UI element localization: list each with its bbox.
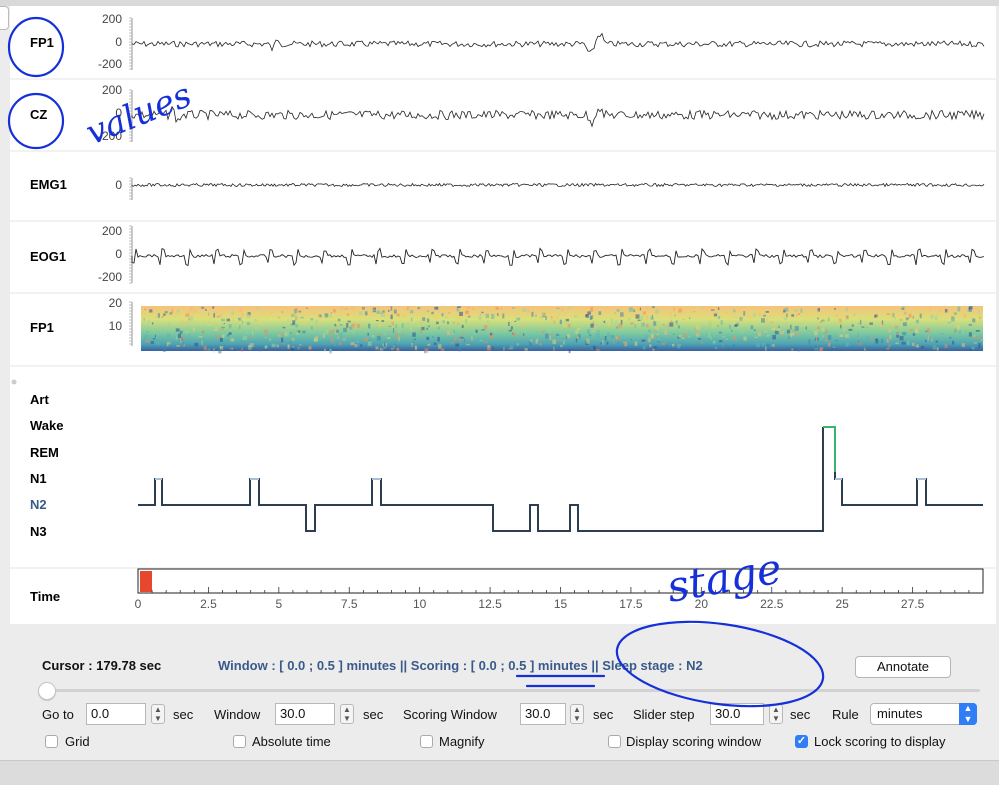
absolute-time-checkbox[interactable] xyxy=(233,735,246,748)
rule-select[interactable]: minutes ▲ ▼ xyxy=(870,703,977,725)
scoring-window-label: Scoring Window xyxy=(403,707,497,722)
goto-sec-label: sec xyxy=(173,707,194,722)
emg1-tick-zero: 0 xyxy=(115,178,122,192)
scoring-window-input[interactable]: 30.0 xyxy=(520,703,566,725)
time-tick-label: 15 xyxy=(554,597,568,611)
slider-step-label: Slider step xyxy=(633,707,695,722)
stage-label-art: Art xyxy=(30,392,49,407)
slider-handle[interactable] xyxy=(38,682,56,700)
control-panel: Cursor : 179.78 sec Window : [ 0.0 ; 0.5… xyxy=(33,640,983,758)
eog1-tick-zero: 0 xyxy=(115,247,122,261)
channel-label-fp1: FP1 xyxy=(30,35,54,50)
resize-handle-dot[interactable] xyxy=(11,379,17,385)
rule-label: Rule xyxy=(832,707,859,722)
hypnogram-line xyxy=(138,427,983,532)
time-tick-label: 7.5 xyxy=(341,597,358,611)
rule-select-value: minutes xyxy=(877,706,923,721)
eog1-trace xyxy=(131,247,985,267)
spectrogram-image xyxy=(141,306,983,351)
time-cursor[interactable] xyxy=(140,571,152,592)
cz-trace xyxy=(131,105,985,128)
time-tick-label: 25 xyxy=(835,597,849,611)
lock-scoring-checkbox[interactable]: ✓ xyxy=(795,735,808,748)
stage-label-wake: Wake xyxy=(30,418,63,433)
eog1-tick-max: 200 xyxy=(102,224,122,238)
stage-label-rem: REM xyxy=(30,445,59,460)
time-tick-label: 12.5 xyxy=(478,597,502,611)
stage-label-n1: N1 xyxy=(30,471,47,486)
time-tick-label: 2.5 xyxy=(200,597,217,611)
scoring-sec-label: sec xyxy=(593,707,614,722)
magnify-checkbox[interactable] xyxy=(420,735,433,748)
slider-track[interactable] xyxy=(45,689,980,692)
goto-stepper[interactable]: ▲ ▼ xyxy=(151,704,165,724)
time-label: Time xyxy=(30,589,60,604)
cz-tick-min: -200 xyxy=(98,129,122,143)
fp1-trace xyxy=(131,32,985,52)
scoring-window-stepper[interactable]: ▲ ▼ xyxy=(570,704,584,724)
window-label: Window xyxy=(214,707,261,722)
plot-area[interactable]: FP1 CZ EMG1 EOG1 FP1 200 0 -200 200 0 -2… xyxy=(10,6,996,624)
cz-tick-zero: 0 xyxy=(115,106,122,120)
slider-step-input[interactable]: 30.0 xyxy=(710,703,764,725)
time-tick-label: 27.5 xyxy=(901,597,925,611)
magnify-label: Magnify xyxy=(439,734,485,749)
emg1-trace xyxy=(131,182,985,188)
fp1-tick-min: -200 xyxy=(98,57,122,71)
window-input[interactable]: 30.0 xyxy=(275,703,335,725)
slider-sec-label: sec xyxy=(790,707,811,722)
display-scoring-window-label: Display scoring window xyxy=(626,734,762,749)
window-edge-tab[interactable] xyxy=(0,6,9,30)
time-tick-label: 20 xyxy=(695,597,709,611)
stage-label-n3: N3 xyxy=(30,524,47,539)
lock-scoring-label: Lock scoring to display xyxy=(814,734,946,749)
time-tick-label: 5 xyxy=(275,597,282,611)
time-tick-label: 10 xyxy=(413,597,427,611)
goto-input[interactable]: 0.0 xyxy=(86,703,146,725)
channel-label-spectrogram: FP1 xyxy=(30,320,54,335)
eog1-tick-min: -200 xyxy=(98,270,122,284)
cursor-readout: Cursor : 179.78 sec xyxy=(42,658,162,673)
spec-tick-20: 20 xyxy=(109,296,123,310)
channel-label-eog1: EOG1 xyxy=(30,249,66,264)
select-arrow-icon: ▲ ▼ xyxy=(959,703,977,725)
absolute-time-label: Absolute time xyxy=(252,734,331,749)
grid-checkbox[interactable] xyxy=(45,735,58,748)
signal-plot: FP1 CZ EMG1 EOG1 FP1 200 0 -200 200 0 -2… xyxy=(10,12,996,611)
status-bar xyxy=(0,760,999,785)
fp1-tick-zero: 0 xyxy=(115,35,122,49)
annotate-button[interactable]: Annotate xyxy=(855,656,951,678)
spec-tick-10: 10 xyxy=(109,319,123,333)
goto-label: Go to xyxy=(42,707,74,722)
slider-step-stepper[interactable]: ▲ ▼ xyxy=(769,704,783,724)
stage-label-n2: N2 xyxy=(30,497,47,512)
cz-tick-max: 200 xyxy=(102,83,122,97)
display-scoring-window-checkbox[interactable] xyxy=(608,735,621,748)
channel-label-cz: CZ xyxy=(30,107,47,122)
axis-ruler-group xyxy=(129,17,133,346)
channel-label-emg1: EMG1 xyxy=(30,177,67,192)
fp1-tick-max: 200 xyxy=(102,12,122,26)
time-tick-label: 17.5 xyxy=(619,597,643,611)
hypnogram-wake-segment xyxy=(823,426,836,472)
window-status: Window : [ 0.0 ; 0.5 ] minutes || Scorin… xyxy=(218,658,703,673)
window-sec-label: sec xyxy=(363,707,384,722)
grid-label: Grid xyxy=(65,734,90,749)
time-tick-label: 22.5 xyxy=(760,597,784,611)
time-tick-label: 0 xyxy=(135,597,142,611)
window-stepper[interactable]: ▲ ▼ xyxy=(340,704,354,724)
